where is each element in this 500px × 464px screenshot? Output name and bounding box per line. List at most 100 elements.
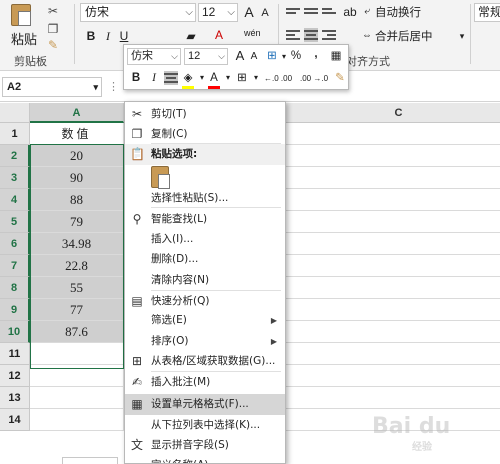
row-header-10[interactable]: 10	[0, 321, 30, 343]
shrink-font-button[interactable]: A	[258, 4, 272, 22]
bold-button[interactable]: B	[84, 27, 98, 45]
context-menu-item-13[interactable]: ▦ 设置单元格格式(F)...	[125, 394, 285, 415]
cell-a9[interactable]: 77	[30, 299, 124, 321]
context-menu-item-11[interactable]: ⊞ 从表格/区域获取数据(G)...	[125, 351, 285, 372]
chevron-down-icon[interactable]: ▾	[250, 70, 262, 86]
context-menu-item-14[interactable]: 从下拉列表中选择(K)...	[125, 415, 285, 436]
cell-c4[interactable]	[286, 189, 500, 211]
font-color-icon[interactable]: A	[212, 26, 226, 44]
select-all-corner[interactable]	[0, 103, 30, 123]
mini-font-color-button[interactable]: A	[208, 70, 220, 89]
column-header-a[interactable]: A	[30, 103, 124, 123]
fill-color-icon[interactable]: ▰	[184, 27, 198, 45]
context-menu-item-5[interactable]: 插入(I)...	[125, 229, 285, 250]
column-header-c[interactable]: C	[286, 103, 500, 123]
context-menu-item-4[interactable]: ⚲ 智能查找(L)	[125, 209, 285, 230]
cell-c7[interactable]	[286, 255, 500, 277]
cut-icon[interactable]: ✂	[46, 4, 60, 18]
format-table-icon[interactable]: ▦	[330, 48, 342, 64]
context-menu-item-12[interactable]: ✍ 插入批注(M)	[125, 372, 285, 393]
increase-decimal-button[interactable]: ←.0 .00	[264, 71, 292, 87]
context-menu-item-0[interactable]: ✂ 剪切(T)	[125, 104, 285, 125]
cell-c6[interactable]	[286, 233, 500, 255]
cell-c3[interactable]	[286, 167, 500, 189]
context-menu-item-7[interactable]: 清除内容(N)	[125, 270, 285, 291]
cell-a5[interactable]: 79	[30, 211, 124, 233]
align-middle-icon[interactable]	[304, 6, 318, 20]
paste-button[interactable]: 粘贴	[5, 2, 41, 50]
cell-c11[interactable]	[286, 343, 500, 365]
cell-c2[interactable]	[286, 145, 500, 167]
row-header-8[interactable]: 8	[0, 277, 30, 299]
row-header-2[interactable]: 2	[0, 145, 30, 167]
chevron-down-icon[interactable]: ▾	[196, 70, 208, 86]
copy-icon[interactable]: ❐	[46, 22, 60, 36]
mini-font-combo[interactable]: 仿宋 ⌵	[127, 48, 181, 65]
cell-a6[interactable]: 34.98	[30, 233, 124, 255]
merge-center-button[interactable]: 合并后居中	[375, 28, 433, 44]
sheet-tab[interactable]	[62, 457, 118, 464]
align-top-icon[interactable]	[286, 6, 300, 20]
cell-a14[interactable]	[30, 409, 124, 431]
mini-fill-color-icon[interactable]: ◈	[182, 70, 194, 89]
chevron-down-icon[interactable]: ▾	[278, 49, 290, 65]
cell-c5[interactable]	[286, 211, 500, 233]
row-header-9[interactable]: 9	[0, 299, 30, 321]
cell-a1[interactable]: 数值	[30, 123, 124, 145]
row-header-12[interactable]: 12	[0, 365, 30, 387]
context-menu-item-16[interactable]: 定义名称(A)...	[125, 455, 285, 463]
borders-icon[interactable]: ⊞	[236, 70, 248, 86]
paste-option-icon[interactable]	[151, 166, 170, 189]
row-header-5[interactable]: 5	[0, 211, 30, 233]
accounting-format-icon[interactable]: ⊞	[266, 48, 278, 64]
align-right-icon[interactable]	[322, 28, 336, 42]
row-header-6[interactable]: 6	[0, 233, 30, 255]
cell-c8[interactable]	[286, 277, 500, 299]
context-menu-item-15[interactable]: 文显示拼音字段(S)	[125, 435, 285, 456]
font-name-combo[interactable]: 仿宋 ⌵	[80, 3, 196, 22]
formula-bar-dots[interactable]: ⋮	[108, 80, 119, 93]
wrap-text-button[interactable]: 自动换行	[375, 4, 421, 20]
row-header-14[interactable]: 14	[0, 409, 30, 431]
context-menu-item-10[interactable]: 排序(O) ▶	[125, 331, 285, 352]
cell-c12[interactable]	[286, 365, 500, 387]
chevron-down-icon[interactable]: ▾	[222, 70, 234, 86]
mini-bold-button[interactable]: B	[130, 70, 142, 86]
align-center-icon[interactable]	[304, 28, 318, 42]
cell-a11[interactable]	[30, 343, 124, 365]
cell-c14[interactable]	[286, 409, 500, 431]
row-header-1[interactable]: 1	[0, 123, 30, 145]
mini-shrink-font-button[interactable]: A	[248, 49, 260, 65]
orientation-icon[interactable]: ab	[343, 3, 357, 21]
context-menu-item-3[interactable]: 选择性粘贴(S)...	[125, 188, 285, 209]
format-painter-icon[interactable]: ✎	[334, 70, 346, 86]
context-menu-item-9[interactable]: 筛选(E) ▶	[125, 310, 285, 331]
number-format-combo[interactable]: 常规	[474, 3, 500, 22]
row-header-7[interactable]: 7	[0, 255, 30, 277]
cell-a4[interactable]: 88	[30, 189, 124, 211]
cell-a13[interactable]	[30, 387, 124, 409]
cell-a8[interactable]: 55	[30, 277, 124, 299]
context-menu-item-1[interactable]: ❐ 复制(C)	[125, 124, 285, 145]
context-menu-item-8[interactable]: ▤ 快速分析(Q)	[125, 291, 285, 312]
format-painter-icon[interactable]: ✎	[46, 38, 60, 52]
comma-button[interactable]: ,	[310, 46, 322, 62]
mini-center-icon[interactable]	[164, 71, 178, 85]
cell-c10[interactable]	[286, 321, 500, 343]
cell-a7[interactable]: 22.8	[30, 255, 124, 277]
mini-size-combo[interactable]: 12 ⌵	[184, 48, 228, 65]
row-header-3[interactable]: 3	[0, 167, 30, 189]
cell-c1[interactable]	[286, 123, 500, 145]
italic-button[interactable]: I	[101, 27, 115, 45]
align-left-icon[interactable]	[286, 28, 300, 42]
name-box[interactable]: A2 ▾	[2, 77, 102, 97]
cell-a10[interactable]: 87.6	[30, 321, 124, 343]
grow-font-button[interactable]: A	[242, 3, 256, 21]
row-header-13[interactable]: 13	[0, 387, 30, 409]
mini-italic-button[interactable]: I	[148, 70, 160, 86]
phonetic-guide-button[interactable]: wén	[244, 24, 261, 42]
align-bottom-icon[interactable]	[322, 6, 336, 20]
context-menu-item-6[interactable]: 删除(D)...	[125, 249, 285, 270]
row-header-4[interactable]: 4	[0, 189, 30, 211]
cell-a12[interactable]	[30, 365, 124, 387]
